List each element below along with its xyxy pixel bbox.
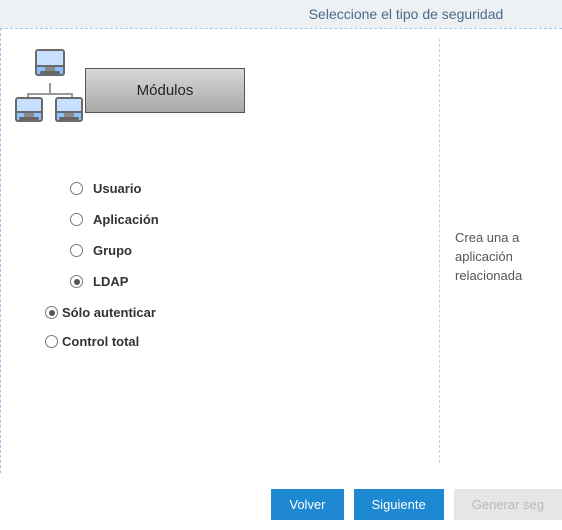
radio-icon bbox=[45, 335, 58, 348]
security-type-ldap[interactable]: LDAP bbox=[70, 274, 419, 289]
module-title: Módulos bbox=[85, 68, 245, 113]
network-computers-icon bbox=[15, 49, 85, 131]
ldap-mode-group: Sólo autenticar Control total bbox=[45, 305, 419, 349]
left-column: Módulos Usuario Aplicación Grupo LDAP bbox=[1, 29, 439, 473]
radio-icon bbox=[70, 244, 83, 257]
ldap-mode-label: Sólo autenticar bbox=[62, 305, 156, 320]
description-panel: Crea una a aplicación relacionada bbox=[455, 29, 562, 473]
radio-icon bbox=[45, 306, 58, 319]
next-button[interactable]: Siguiente bbox=[354, 489, 444, 520]
security-type-usuario[interactable]: Usuario bbox=[70, 181, 419, 196]
ldap-mode-label: Control total bbox=[62, 334, 139, 349]
description-line: relacionada bbox=[455, 267, 562, 286]
page-header: Seleccione el tipo de seguridad bbox=[0, 0, 562, 28]
security-type-aplicacion[interactable]: Aplicación bbox=[70, 212, 419, 227]
radio-icon bbox=[70, 182, 83, 195]
ldap-mode-control-total[interactable]: Control total bbox=[45, 334, 419, 349]
back-button[interactable]: Volver bbox=[271, 489, 343, 520]
page-title: Seleccione el tipo de seguridad bbox=[59, 6, 504, 22]
security-type-label: LDAP bbox=[93, 274, 128, 289]
radio-icon bbox=[70, 275, 83, 288]
description-line: Crea una a bbox=[455, 229, 562, 248]
security-type-label: Usuario bbox=[93, 181, 141, 196]
main-panel: Módulos Usuario Aplicación Grupo LDAP bbox=[0, 28, 562, 473]
ldap-mode-solo-autenticar[interactable]: Sólo autenticar bbox=[45, 305, 419, 320]
radio-icon bbox=[70, 213, 83, 226]
vertical-divider bbox=[439, 39, 440, 463]
wizard-footer: Volver Siguiente Generar seg bbox=[271, 489, 562, 520]
security-type-group: Usuario Aplicación Grupo LDAP bbox=[70, 181, 419, 289]
description-line: aplicación bbox=[455, 248, 562, 267]
module-badge: Módulos bbox=[15, 49, 419, 131]
generate-button: Generar seg bbox=[454, 489, 562, 520]
security-type-label: Grupo bbox=[93, 243, 132, 258]
module-title-label: Módulos bbox=[137, 82, 194, 99]
security-type-grupo[interactable]: Grupo bbox=[70, 243, 419, 258]
security-type-label: Aplicación bbox=[93, 212, 159, 227]
